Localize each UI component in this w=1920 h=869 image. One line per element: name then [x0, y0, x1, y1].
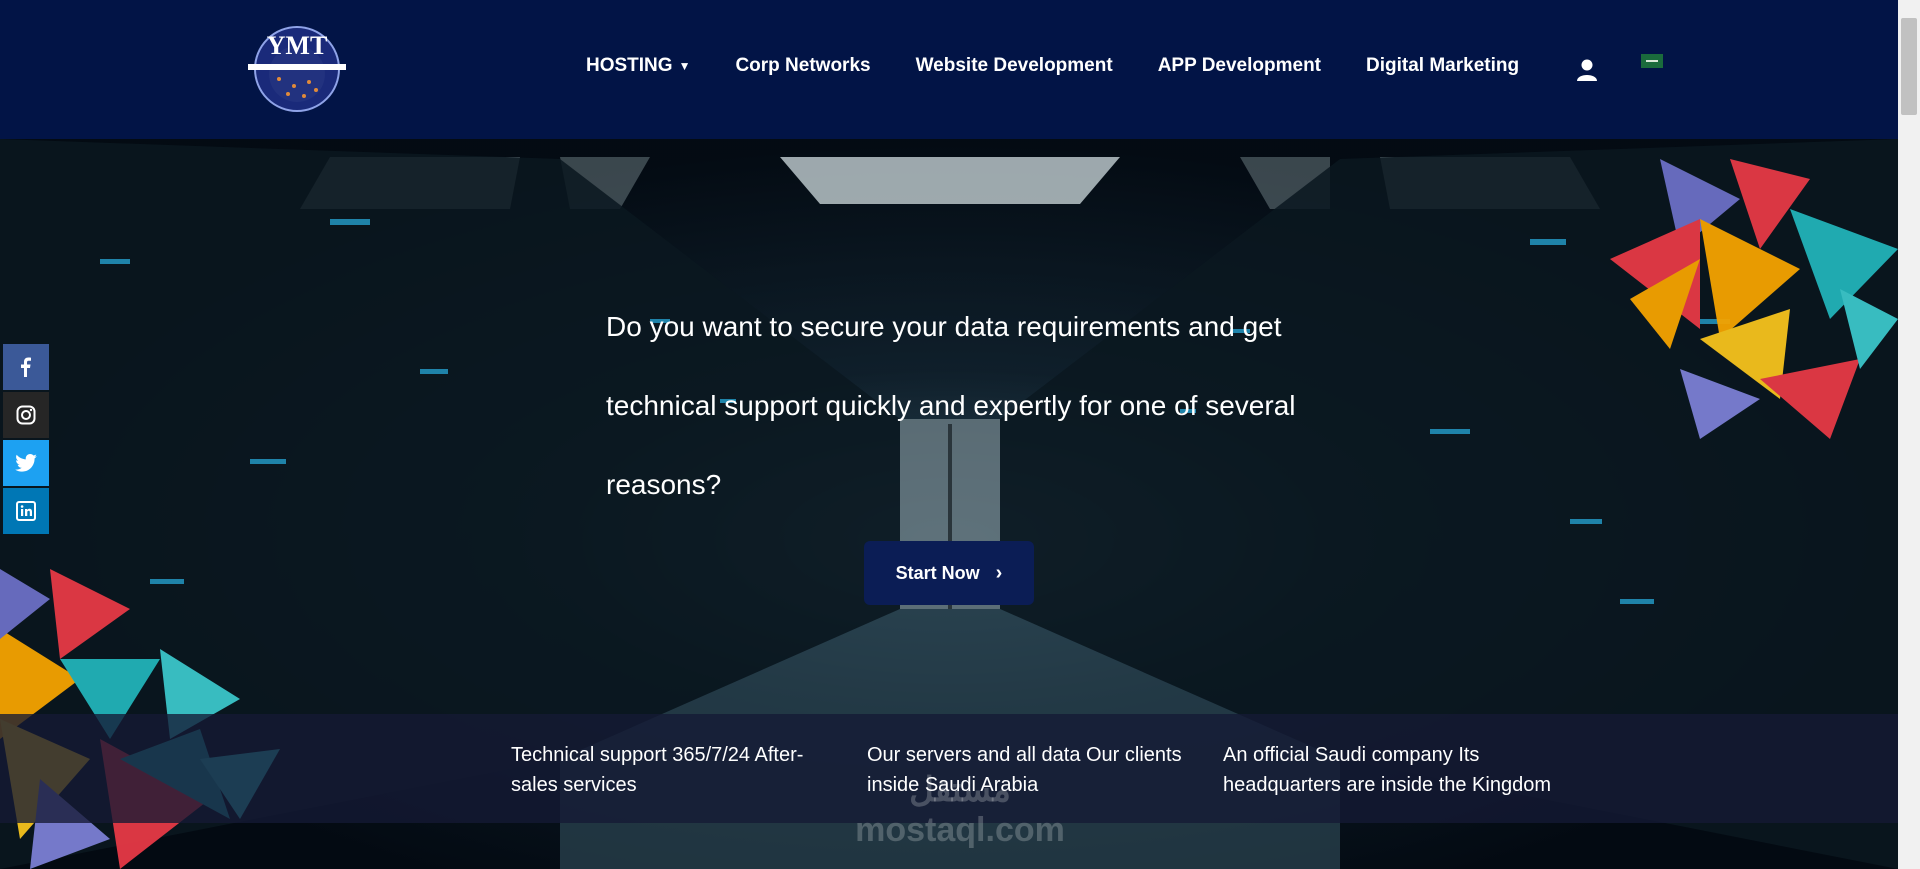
instagram-icon[interactable]	[3, 392, 49, 438]
nav-hosting-label: HOSTING	[586, 55, 673, 76]
start-now-button[interactable]: Start Now ›	[864, 541, 1034, 605]
chevron-right-icon: ›	[995, 561, 1003, 584]
twitter-icon[interactable]	[3, 440, 49, 486]
watermark: مستقل mostaql.com	[845, 770, 1075, 850]
hero-headline: Do you want to secure your data requirem…	[606, 311, 1296, 500]
watermark-url: mostaql.com	[855, 811, 1065, 849]
feature-support: Technical support 365/7/24 After-sales s…	[511, 744, 804, 796]
nav-app-development[interactable]: APP Development	[1158, 55, 1321, 77]
start-now-label: Start Now	[895, 562, 980, 583]
chevron-down-icon: ▼	[678, 59, 691, 73]
site-header: YMT HOSTING ▼ Corp Networks Website Deve…	[0, 0, 1898, 139]
page-scrollbar[interactable]	[1898, 0, 1920, 869]
hero-section: Do you want to secure your data requirem…	[0, 139, 1898, 869]
nav-corp-networks[interactable]: Corp Networks	[735, 55, 870, 77]
saudi-flag-icon[interactable]	[1641, 54, 1663, 68]
nav-hosting[interactable]: HOSTING ▼	[586, 55, 690, 77]
facebook-icon[interactable]	[3, 344, 49, 390]
watermark-arabic: مستقل	[909, 771, 1011, 809]
logo-text: YMT	[267, 31, 328, 60]
social-sidebar	[3, 344, 49, 536]
main-nav: HOSTING ▼ Corp Networks Website Developm…	[586, 55, 1564, 77]
linkedin-icon[interactable]	[3, 488, 49, 534]
company-logo[interactable]: YMT	[244, 24, 350, 114]
user-icon[interactable]	[1575, 58, 1599, 82]
feature-official-company: An official Saudi company Its headquarte…	[1223, 744, 1551, 796]
nav-website-development[interactable]: Website Development	[916, 55, 1113, 77]
nav-digital-marketing[interactable]: Digital Marketing	[1366, 55, 1519, 77]
scrollbar-thumb[interactable]	[1901, 18, 1917, 115]
